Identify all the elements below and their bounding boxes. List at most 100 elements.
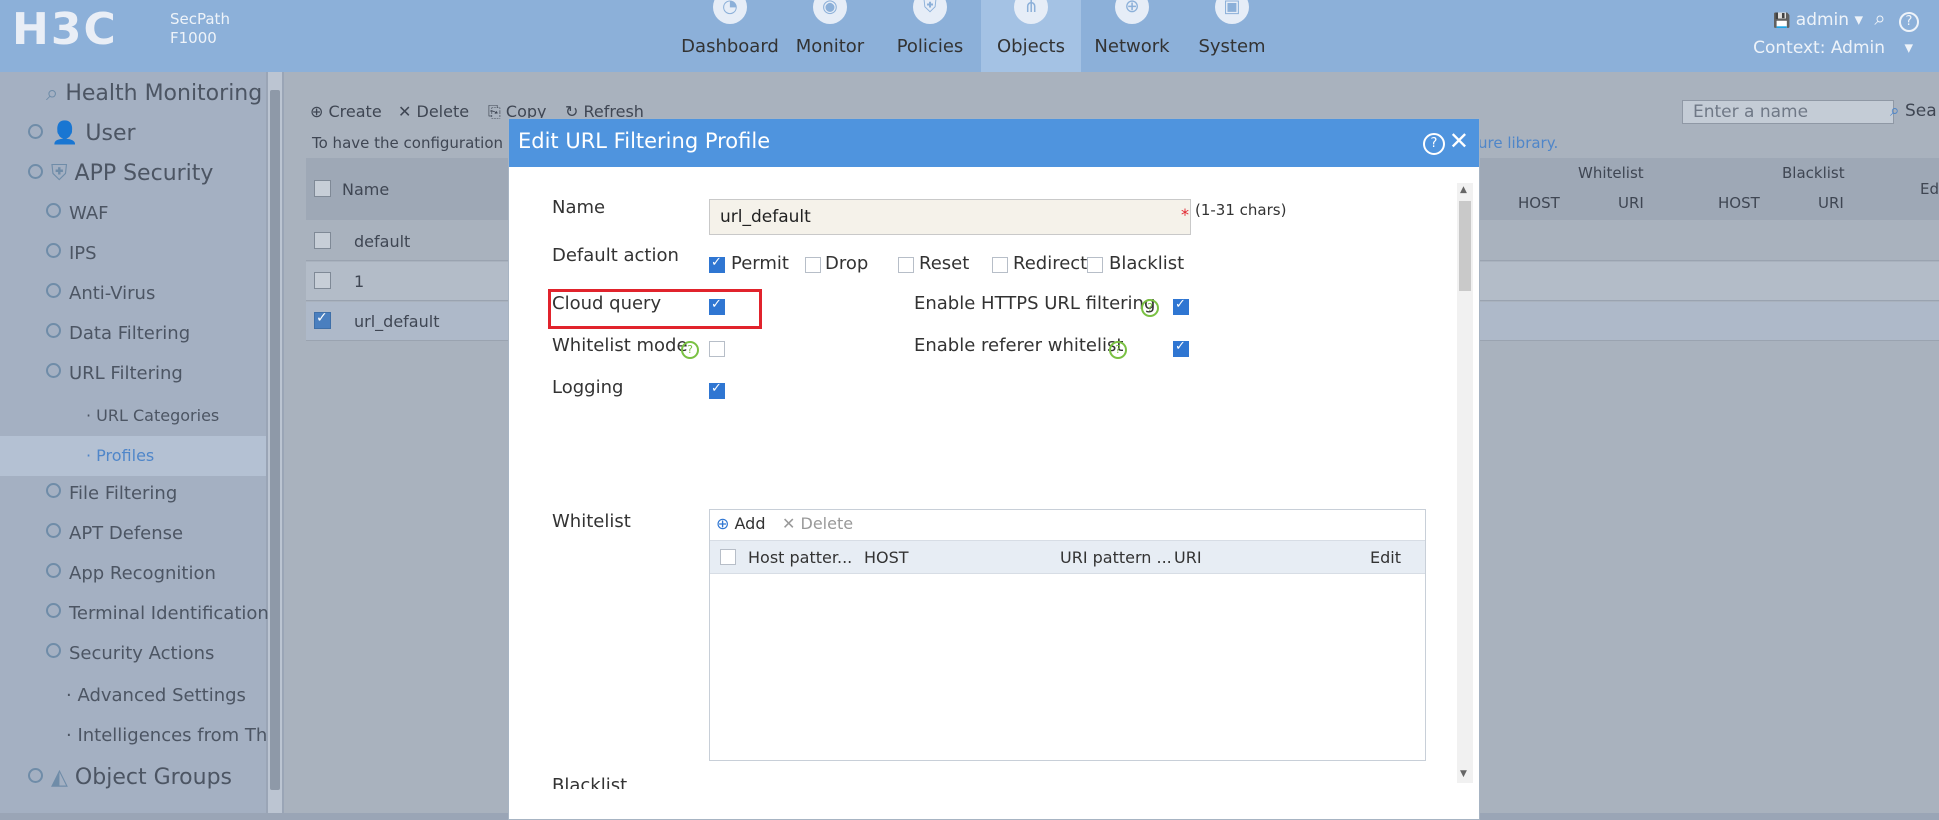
search-icon: ⌕ [1890, 101, 1900, 121]
sidebar-item-terminal-identification[interactable]: Terminal Identification [46, 603, 269, 624]
nav-label: Monitor [795, 36, 865, 57]
search-button[interactable]: ⌕ Sea [1890, 101, 1937, 121]
expand-icon [28, 768, 43, 783]
whitelist-mode-checkbox[interactable] [709, 341, 725, 357]
sidebar-item-ips[interactable]: IPS [46, 243, 97, 264]
sidebar-item-waf[interactable]: WAF [46, 203, 108, 224]
whitelist-add-button[interactable]: ⊕ Add [716, 514, 765, 533]
nav-system[interactable]: ▣ System [1182, 0, 1282, 72]
sidebar-item-label: WAF [69, 203, 109, 224]
logging-checkbox[interactable] [709, 381, 725, 399]
save-icon[interactable]: 💾 [1773, 13, 1790, 29]
sidebar-item-label: Health Monitoring [65, 81, 263, 106]
sidebar-item-health-monitoring[interactable]: ⌕ Health Monitoring [46, 81, 262, 106]
sidebar-item-label: App Recognition [69, 563, 216, 584]
column-host: HOST [864, 548, 909, 567]
help-icon[interactable]: ? [1109, 341, 1127, 359]
referer-whitelist-label: Enable referer whitelist [914, 335, 1124, 356]
sidebar-item-label: Anti-Virus [69, 283, 156, 304]
sidebar-item-url-filtering[interactable]: URL Filtering [46, 363, 183, 384]
bullet-icon [46, 243, 61, 258]
bullet-icon [46, 523, 61, 538]
help-icon[interactable]: ? [1141, 299, 1159, 317]
nav-objects[interactable]: ⋔ Objects [981, 0, 1081, 72]
permit-checkbox[interactable] [709, 255, 725, 273]
scroll-up-icon[interactable]: ▲ [1460, 185, 1467, 195]
sidebar-item-data-filtering[interactable]: Data Filtering [46, 323, 190, 344]
name-input[interactable]: url_default [709, 199, 1191, 235]
sidebar-item-user[interactable]: 👤 User [28, 121, 136, 146]
name-label: Name [552, 197, 606, 218]
nav-network[interactable]: ⊕ Network [1082, 0, 1182, 72]
sidebar-scrollbar[interactable] [268, 72, 282, 813]
bullet-icon [46, 203, 61, 218]
column-name[interactable]: Name [342, 180, 389, 199]
nav-policies[interactable]: ⛨ Policies [880, 0, 980, 72]
bullet-icon [46, 603, 61, 618]
sidebar-item-anti-virus[interactable]: Anti-Virus [46, 283, 155, 304]
row-checkbox[interactable] [314, 232, 331, 249]
sidebar-item-intelligences[interactable]: · Intelligences from Thre [66, 725, 266, 746]
blacklist-action-label: Blacklist [1109, 253, 1185, 274]
whitelist-delete-button[interactable]: ✕ Delete [782, 514, 853, 533]
product-line1: SecPath [170, 10, 230, 28]
sidebar-item-advanced-settings[interactable]: · Advanced Settings [66, 685, 246, 706]
shield-icon: ⛨ [51, 161, 68, 186]
help-icon[interactable]: ? [1423, 133, 1445, 155]
sidebar-item-security-actions[interactable]: Security Actions [46, 643, 214, 664]
sidebar-item-url-categories[interactable]: · URL Categories [86, 406, 219, 425]
bullet-icon [46, 363, 61, 378]
nav-label: System [1198, 36, 1266, 57]
column-blacklist-uri: URI [1818, 194, 1844, 212]
nav-monitor[interactable]: ◉ Monitor [780, 0, 880, 72]
drop-checkbox[interactable] [805, 257, 821, 273]
sidebar-item-label: · Advanced Settings [66, 685, 246, 706]
blacklist-action-checkbox[interactable] [1087, 257, 1103, 273]
whitelist-label: Whitelist [552, 511, 631, 532]
nav-dashboard[interactable]: ◔ Dashboard [680, 0, 780, 72]
sidebar-item-label: APT Defense [69, 523, 184, 544]
delete-button[interactable]: ✕ Delete [398, 102, 469, 121]
search-input[interactable]: Enter a name [1682, 100, 1894, 124]
sidebar-item-profiles[interactable]: · Profiles [86, 446, 154, 465]
sidebar-item-label: User [85, 121, 136, 146]
user-menu[interactable]: admin ▾ [1796, 10, 1863, 30]
context-selector[interactable]: Context: Admin ▾ [1753, 38, 1913, 58]
dialog-scrollbar[interactable]: ▲ ▼ [1457, 183, 1473, 783]
bullet-icon [46, 483, 61, 498]
help-icon[interactable]: ? [681, 341, 699, 359]
close-icon[interactable]: ✕ [1449, 127, 1469, 155]
reset-checkbox[interactable] [898, 257, 914, 273]
create-label: Create [328, 102, 382, 121]
scroll-thumb[interactable] [1459, 201, 1471, 291]
referer-whitelist-checkbox[interactable] [1173, 339, 1189, 357]
bullet-icon [46, 643, 61, 658]
scroll-down-icon[interactable]: ▼ [1460, 769, 1467, 779]
search-icon[interactable]: ⌕ [1874, 6, 1885, 30]
sidebar-item-app-recognition[interactable]: App Recognition [46, 563, 216, 584]
sidebar-item-app-security[interactable]: ⛨ APP Security [28, 161, 213, 186]
row-checkbox[interactable] [314, 310, 331, 329]
nav-label: Network [1094, 36, 1170, 57]
bullet-icon [46, 323, 61, 338]
default-action-label: Default action [552, 245, 679, 266]
name-hint: (1-31 chars) [1195, 201, 1287, 219]
scroll-thumb[interactable] [270, 90, 280, 790]
redirect-checkbox[interactable] [992, 257, 1008, 273]
create-button[interactable]: ⊕ Create [310, 102, 382, 121]
delete-label: Delete [416, 102, 470, 121]
whitelist-select-all[interactable] [720, 549, 736, 565]
edit-url-filtering-dialog: Edit URL Filtering Profile ? ✕ Name url_… [508, 118, 1480, 820]
column-host-pattern: Host patter... [748, 548, 853, 567]
row-checkbox[interactable] [314, 272, 331, 289]
https-filtering-checkbox[interactable] [1173, 297, 1189, 315]
sidebar-item-object-groups[interactable]: ◭ Object Groups [28, 765, 232, 790]
sidebar-item-apt-defense[interactable]: APT Defense [46, 523, 183, 544]
expand-icon [28, 124, 43, 139]
select-all-checkbox[interactable] [314, 180, 331, 197]
signature-library-link[interactable]: ure library. [1478, 134, 1558, 152]
sidebar-item-file-filtering[interactable]: File Filtering [46, 483, 177, 504]
help-icon[interactable]: ? [1899, 12, 1919, 32]
product-line2: F1000 [170, 29, 217, 47]
cloud-query-checkbox[interactable] [709, 297, 725, 315]
